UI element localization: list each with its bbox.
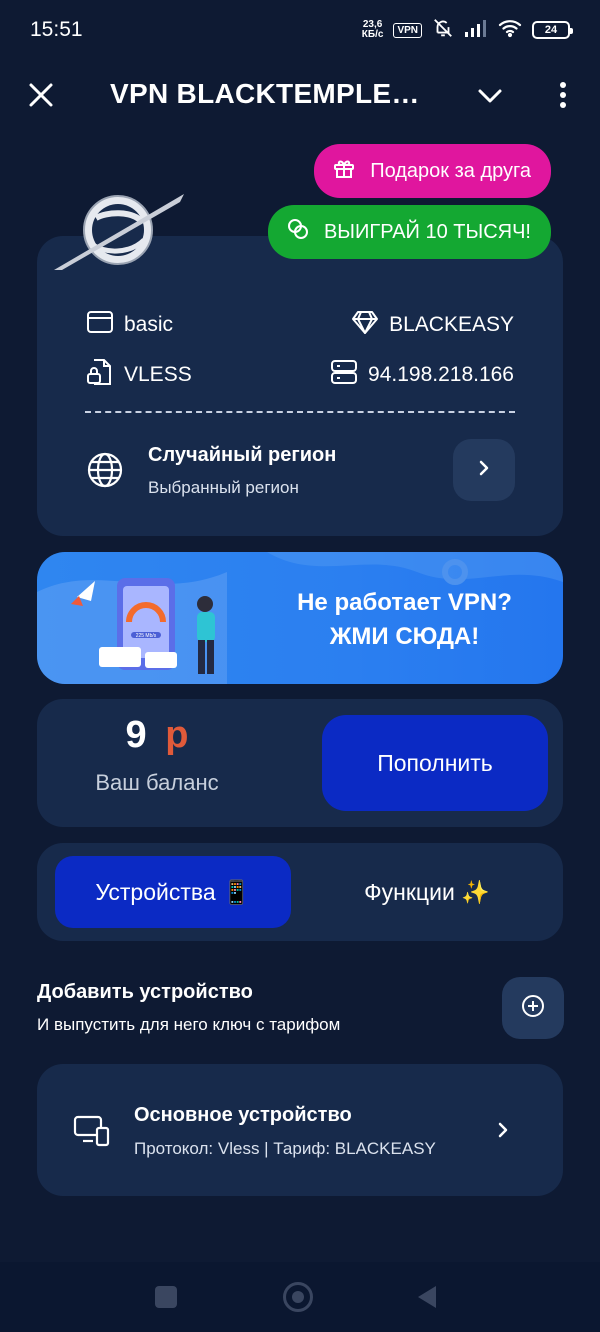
- server-row: 94.198.218.166: [330, 358, 514, 392]
- device-details: Протокол: Vless | Тариф: BLACKEASY: [134, 1139, 436, 1158]
- vpn-help-banner[interactable]: 225 Mb/s Не работает VPN? ЖМИ СЮДА!: [37, 552, 563, 684]
- topup-button[interactable]: Пополнить: [322, 715, 548, 811]
- wifi-icon: [498, 18, 522, 43]
- chevron-right-icon: [496, 1120, 510, 1145]
- chevron-down-icon[interactable]: [476, 84, 504, 113]
- tariff-name: BLACKEASY: [389, 313, 514, 336]
- close-icon[interactable]: [26, 80, 56, 115]
- gift-icon: [332, 156, 356, 186]
- balance-label: Ваш баланс: [95, 770, 219, 795]
- protocol-name: VLESS: [124, 363, 192, 386]
- back-button[interactable]: [416, 1284, 438, 1315]
- device-name: Основное устройство: [134, 1104, 352, 1126]
- banner-text: Не работает VPN? ЖМИ СЮДА!: [262, 586, 547, 654]
- region-select-button[interactable]: [453, 439, 515, 501]
- recent-apps-button[interactable]: [155, 1286, 177, 1308]
- banner-line-2: ЖМИ СЮДА!: [329, 623, 480, 650]
- region-subtitle: Выбранный регион: [148, 478, 299, 497]
- app-logo: [52, 188, 187, 283]
- bell-muted-icon: [432, 17, 454, 44]
- add-device-subtitle: И выпустить для него ключ с тарифом: [37, 1015, 341, 1034]
- globe-icon: [86, 451, 124, 494]
- balance-value: 9: [125, 714, 147, 756]
- plan-row: basic: [86, 309, 173, 341]
- diamond-icon: [351, 309, 379, 341]
- divider: [85, 411, 515, 413]
- browser-window-icon: [86, 309, 114, 341]
- banner-line-1: Не работает VPN?: [297, 589, 512, 616]
- add-device-button[interactable]: [502, 977, 564, 1039]
- battery-indicator: 24: [532, 21, 573, 39]
- network-speed: 23,6 КБ/с: [362, 20, 384, 40]
- signal-icon: [464, 18, 488, 43]
- page-title: VPN BLACKTEMPLE…: [110, 78, 420, 109]
- status-time: 15:51: [30, 18, 83, 41]
- lock-file-icon: [86, 358, 114, 392]
- network-speed-unit: КБ/с: [361, 29, 384, 40]
- balance-currency: р: [165, 714, 189, 756]
- more-vertical-icon[interactable]: [553, 80, 573, 115]
- win-prize-label: ВЫИГРАЙ 10 ТЫСЯЧ!: [323, 220, 531, 243]
- gift-for-friend-button[interactable]: Подарок за друга: [314, 144, 551, 198]
- status-icons: 23,6 КБ/с VPN 24: [362, 16, 573, 44]
- home-button[interactable]: [283, 1282, 313, 1312]
- devices-icon: [73, 1114, 111, 1153]
- speed-readout: 225 Mb/s: [136, 633, 157, 639]
- gift-for-friend-label: Подарок за друга: [370, 159, 531, 182]
- vpn-status-badge: VPN: [393, 22, 422, 38]
- protocol-row: VLESS: [86, 358, 192, 392]
- balance-amount: 9 р: [37, 714, 277, 757]
- plus-circle-icon: [521, 994, 545, 1023]
- chevron-right-icon: [476, 458, 492, 483]
- tariff-row: BLACKEASY: [351, 309, 514, 341]
- plan-name: basic: [124, 313, 174, 336]
- server-ip: 94.198.218.166: [368, 363, 514, 386]
- tab-devices[interactable]: Устройства 📱: [55, 856, 291, 928]
- device-card[interactable]: [37, 1064, 563, 1196]
- region-title: Случайный регион: [148, 444, 337, 466]
- coins-icon: [286, 217, 310, 247]
- win-prize-button[interactable]: ВЫИГРАЙ 10 ТЫСЯЧ!: [267, 205, 551, 259]
- add-device-title: Добавить устройство: [37, 981, 253, 1003]
- tab-features[interactable]: Функции ✨: [309, 856, 545, 928]
- server-icon: [330, 358, 358, 392]
